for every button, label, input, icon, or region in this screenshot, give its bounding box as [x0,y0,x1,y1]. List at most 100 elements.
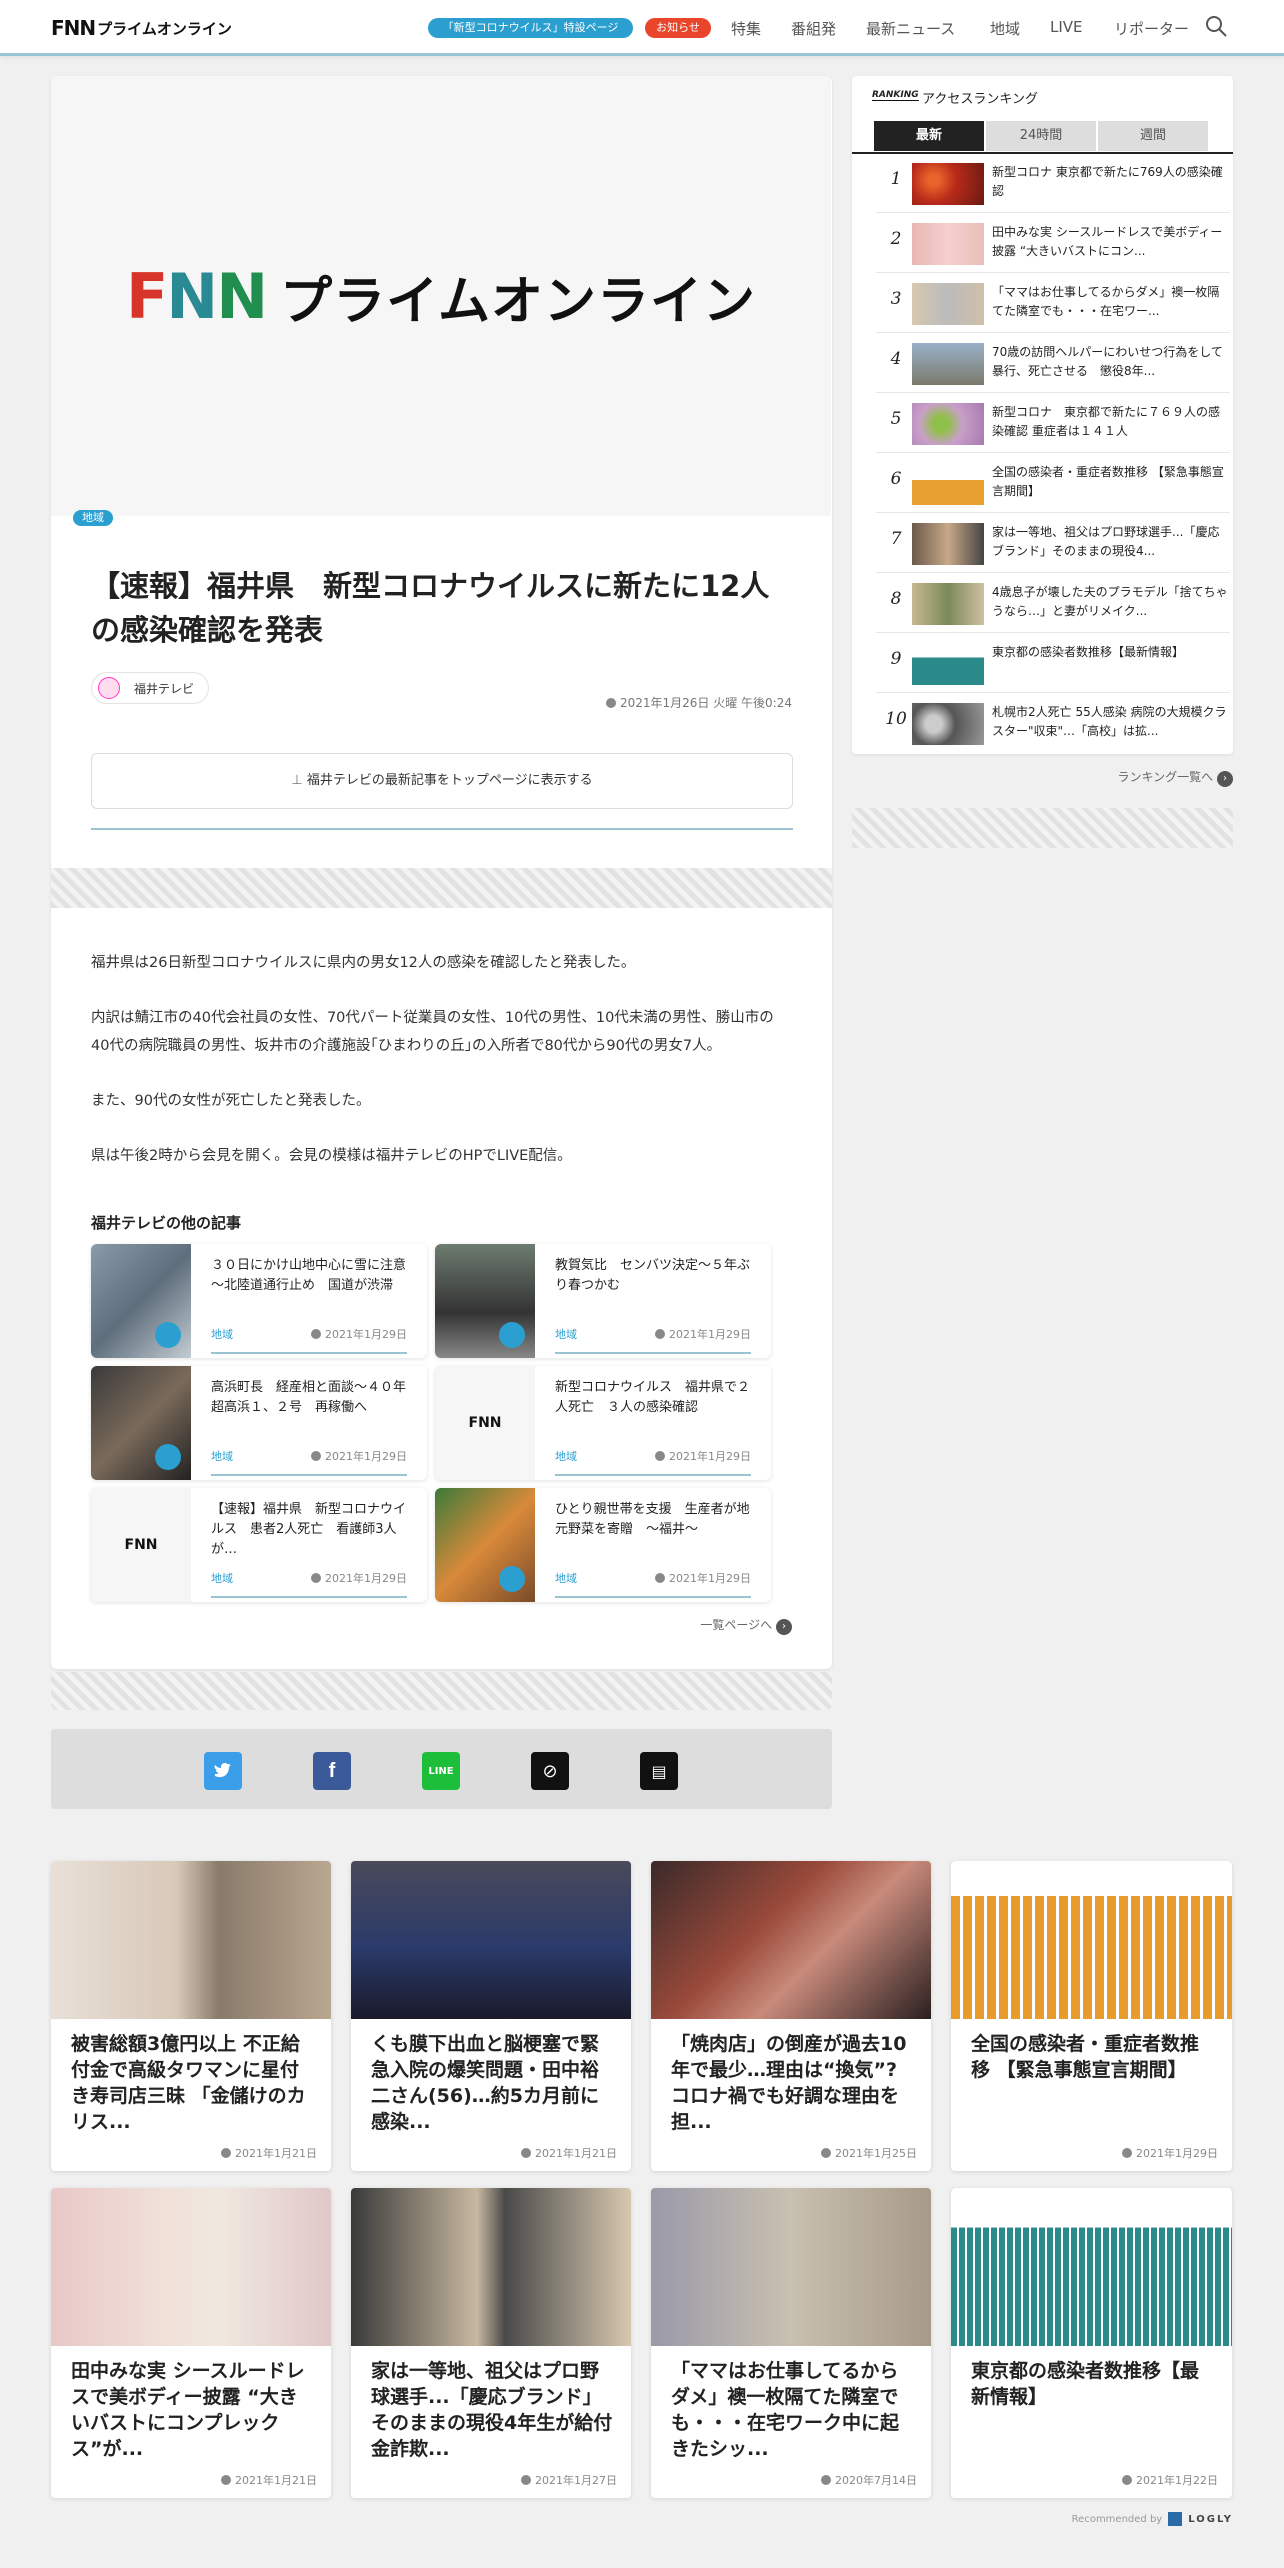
related-date: 2021年1月29日 [311,1570,407,1586]
site-logo[interactable]: FNN プライムオンライン [51,16,232,40]
tab-latest[interactable]: 最新 [874,121,984,151]
ranking-title: 新型コロナ 東京都で新たに769人の感染確認 [992,165,1223,198]
ranking-more-link[interactable]: ランキング一覧へ › [1118,768,1233,787]
clock-icon [605,698,616,708]
recommend-card[interactable]: 「ママはお仕事してるからダメ」襖一枚隔てた隣室でも・・・在宅ワーク中に起きたシッ… [651,2188,931,2498]
comment-icon[interactable]: ▤ [640,1752,678,1790]
ranking-thumbnail [912,163,984,205]
ranking-thumbnail [912,703,984,745]
arrow-right-icon: › [776,1619,792,1635]
recommend-card[interactable]: 全国の感染者・重症者数推移 【緊急事態宣言期間】 2021年1月29日 [951,1861,1232,2171]
recommend-date: 2021年1月22日 [1122,2472,1218,2488]
copy-link-icon[interactable]: ⊘ [531,1752,569,1790]
rank-number: 5 [890,409,902,429]
tab-weekly[interactable]: 週間 [1098,121,1208,151]
article-title: 【速報】福井県 新型コロナウイルスに新たに12人の感染確認を発表 [91,569,770,647]
ranking-title: 70歳の訪問ヘルパーにわいせつ行為をして暴行、死亡させる 懲役8年... [992,345,1223,378]
corona-special-link[interactable]: 「新型コロナウイルス」特設ページ [428,18,633,38]
tab-24h[interactable]: 24時間 [986,121,1096,151]
recommend-card[interactable]: 田中みな実 シースルードレスで美ボディー披露 “大きいバストにコンプレックス”が… [51,2188,331,2498]
divider [91,828,793,830]
recommend-card[interactable]: 東京都の感染者数推移【最新情報】 2021年1月22日 [951,2188,1232,2498]
related-card[interactable]: 教賀気比 センバツ決定～５年ぶり春つかむ 地域 2021年1月29日 [435,1244,771,1358]
rank-number: 1 [890,169,902,189]
recommend-title: 家は一等地、祖父はプロ野球選手...「慶応ブランド」そのままの現役4年生が給付金… [371,2360,613,2460]
category-badge[interactable]: 地域 [73,506,113,526]
recommend-card[interactable]: 家は一等地、祖父はプロ野球選手...「慶応ブランド」そのままの現役4年生が給付金… [351,2188,631,2498]
related-date: 2021年1月29日 [655,1326,751,1342]
logly-logo: LOGLY [1188,2513,1233,2525]
ranking-item[interactable]: 1 新型コロナ 東京都で新たに769人の感染確認 [876,155,1230,213]
ranking-item[interactable]: 10 札幌市2人死亡 55人感染 病院の大規模クラスター"収束"…「高校」は拡..… [876,695,1230,753]
ranking-item[interactable]: 3 「ママはお仕事してるからダメ」襖一枚隔てた隣室でも・・・在宅ワー... [876,275,1230,333]
rank-number: 3 [890,289,902,309]
recommend-thumbnail [51,2188,331,2346]
related-card[interactable]: ３０日にかけ山地中心に雪に注意～北陸道通行止め 国道が渋滞 地域 2021年1月… [91,1244,427,1358]
related-title: ひとり親世帯を支援 生産者が地元野菜を寄贈 ～福井～ [555,1502,750,1537]
ranking-item[interactable]: 4 70歳の訪問ヘルパーにわいせつ行為をして暴行、死亡させる 懲役8年... [876,335,1230,393]
recommend-thumbnail [651,1861,931,2019]
ranking-item[interactable]: 7 家は一等地、祖父はプロ野球選手...「慶応ブランド」そのままの現役4... [876,515,1230,573]
ranking-title: 田中みな実 シースルードレスで美ボディー披露 “大きいバストにコン... [992,225,1223,258]
stripe-divider [51,1672,832,1710]
video-icon [499,1566,525,1592]
related-thumbnail: FNN [91,1488,191,1602]
facebook-icon[interactable]: f [313,1752,351,1790]
recommended-by-label: Recommended by [1071,2513,1163,2525]
source-avatar [98,677,120,699]
card-underline [211,1352,407,1354]
nav-region[interactable]: 地域 [990,18,1020,39]
ranking-item[interactable]: 6 全国の感染者・重症者数推移 【緊急事態宣言期間】 [876,455,1230,513]
source-chip[interactable]: 福井テレビ [91,672,209,704]
logo-text: プライムオンライン [97,19,232,38]
nav-latest-news[interactable]: 最新ニュース [866,18,955,39]
nav-live[interactable]: LIVE [1050,18,1083,36]
recommend-title: くも膜下出血と脳梗塞で緊急入院の爆笑問題・田中裕二さん(56)…約5カ月前に感染… [371,2033,600,2133]
nav-programs[interactable]: 番組発 [791,18,836,39]
recommend-date: 2021年1月25日 [821,2145,917,2161]
recommend-date: 2021年1月27日 [521,2472,617,2488]
ranking-item[interactable]: 5 新型コロナ 東京都で新たに７６９人の感染確認 重症者は１４１人 [876,395,1230,453]
related-date: 2021年1月29日 [311,1326,407,1342]
logo-fnn: FNN [51,16,96,40]
video-icon [155,1444,181,1470]
recommend-date: 2021年1月29日 [1122,2145,1218,2161]
notice-link[interactable]: お知らせ [645,18,711,38]
search-icon[interactable] [1204,14,1228,38]
more-link[interactable]: 一覧ページへ › [700,1616,792,1635]
related-card[interactable]: 高浜町長 経産相と面談～４０年超高浜１、２号 再稼働へ 地域 2021年1月29… [91,1366,427,1480]
related-date: 2021年1月29日 [311,1448,407,1464]
ad-placeholder [852,808,1233,848]
ranking-panel: RANKING アクセスランキング 最新 24時間 週間 1 新型コロナ 東京都で… [852,76,1233,754]
nav-features[interactable]: 特集 [731,18,761,39]
video-icon [499,1322,525,1348]
nav-reporter[interactable]: リポーター [1114,18,1189,39]
recommend-card[interactable]: くも膜下出血と脳梗塞で緊急入院の爆笑問題・田中裕二さん(56)…約5カ月前に感染… [351,1861,631,2171]
related-title: ３０日にかけ山地中心に雪に注意～北陸道通行止め 国道が渋滞 [211,1258,407,1293]
recommend-card[interactable]: 「焼肉店」の倒産が過去10年で最少…理由は“換気”? コロナ禍でも好調な理由を担… [651,1861,931,2171]
related-category: 地域 [555,1572,577,1585]
related-category: 地域 [211,1572,233,1585]
ranking-item[interactable]: 8 4歳息子が壊した夫のプラモデル「捨てちゃうなら…」と妻がリメイク... [876,575,1230,633]
ranking-badge: RANKING [872,90,919,101]
recommend-title: 被害総額3億円以上 不正給付金で高級タワマンに星付き寿司店三昧 「金儲けのカリス… [71,2033,306,2133]
pin-source-button[interactable]: ⊥ 福井テレビの最新記事をトップページに表示する [91,753,793,809]
related-category: 地域 [555,1328,577,1341]
recommend-thumbnail [651,2188,931,2346]
hero-image: FNN プライムオンライン [51,76,831,516]
ranking-item[interactable]: 2 田中みな実 シースルードレスで美ボディー披露 “大きいバストにコン... [876,215,1230,273]
recommend-card[interactable]: 被害総額3億円以上 不正給付金で高級タワマンに星付き寿司店三昧 「金儲けのカリス… [51,1861,331,2171]
card-underline [211,1474,407,1476]
related-card[interactable]: FNN 新型コロナウイルス 福井県で２人死亡 ３人の感染確認 地域 2021年1… [435,1366,771,1480]
article-paragraph: 内訳は鯖江市の40代会社員の女性、70代パート従業員の女性、10代の男性、10代… [91,1010,774,1054]
ranking-item[interactable]: 9 東京都の感染者数推移【最新情報】 [876,635,1230,693]
related-heading: 福井テレビの他の記事 [91,1214,242,1232]
recommended-by[interactable]: Recommended by LOGLY [1072,2512,1233,2526]
related-card[interactable]: ひとり親世帯を支援 生産者が地元野菜を寄贈 ～福井～ 地域 2021年1月29日 [435,1488,771,1602]
related-card[interactable]: FNN 【速報】福井県 新型コロナウイルス 患者2人死亡 看護師3人が… 地域 … [91,1488,427,1602]
line-icon[interactable]: LINE [422,1752,460,1790]
related-category: 地域 [555,1450,577,1463]
article-paragraph: 県は午後2時から会見を開く。会見の模様は福井テレビのHPでLIVE配信。 [91,1148,572,1164]
ranking-title: 全国の感染者・重症者数推移 【緊急事態宣言期間】 [992,465,1224,498]
twitter-icon[interactable] [204,1752,242,1790]
